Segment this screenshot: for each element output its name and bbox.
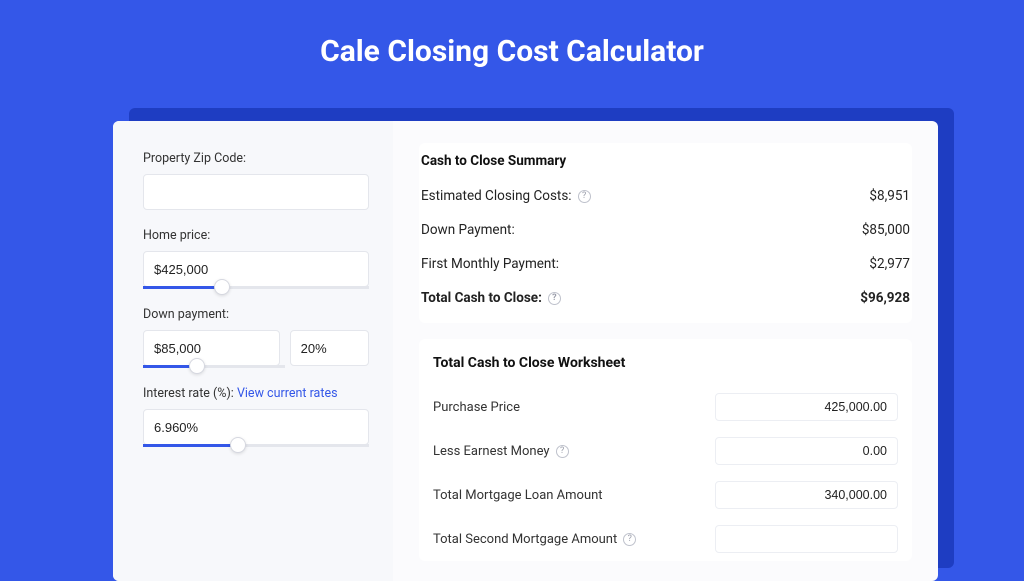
home-price-label: Home price:: [143, 228, 369, 243]
down-payment-pct-input[interactable]: [290, 330, 369, 366]
slider-fill: [143, 444, 238, 447]
zip-label: Property Zip Code:: [143, 151, 369, 166]
interest-label-text: Interest rate (%):: [143, 386, 237, 401]
calculator-card: Property Zip Code: Home price: Down paym…: [113, 121, 938, 581]
inputs-sidebar: Property Zip Code: Home price: Down paym…: [113, 121, 393, 581]
worksheet-row-input[interactable]: [715, 481, 898, 509]
field-zip: Property Zip Code:: [143, 151, 369, 210]
worksheet-row-input[interactable]: [715, 393, 898, 421]
results-panel: Cash to Close Summary Estimated Closing …: [393, 121, 938, 581]
summary-row-value: $85,000: [862, 222, 910, 238]
summary-row-total: Total Cash to Close: ? $96,928: [419, 281, 912, 315]
view-rates-link[interactable]: View current rates: [237, 386, 338, 401]
worksheet-row-label: Total Second Mortgage Amount: [433, 532, 617, 547]
summary-heading: Cash to Close Summary: [419, 147, 912, 179]
field-home-price: Home price:: [143, 228, 369, 289]
home-price-input[interactable]: [143, 251, 369, 287]
worksheet-row: Total Second Mortgage Amount ?: [433, 517, 898, 561]
help-icon[interactable]: ?: [578, 190, 591, 203]
summary-row: Estimated Closing Costs: ? $8,951: [419, 179, 912, 213]
summary-row-value: $2,977: [869, 256, 910, 272]
help-icon[interactable]: ?: [556, 445, 569, 458]
worksheet-row-label: Purchase Price: [433, 400, 520, 415]
worksheet-row-label: Total Mortgage Loan Amount: [433, 488, 603, 503]
field-interest-rate: Interest rate (%): View current rates: [143, 386, 369, 447]
interest-slider[interactable]: [143, 444, 369, 447]
summary-row-label: First Monthly Payment:: [421, 256, 559, 272]
worksheet-row: Less Earnest Money ?: [433, 429, 898, 473]
summary-row-value: $8,951: [869, 188, 910, 204]
slider-thumb[interactable]: [214, 279, 230, 295]
zip-input[interactable]: [143, 174, 369, 210]
summary-row-label: Total Cash to Close:: [421, 290, 542, 306]
down-payment-input[interactable]: [143, 330, 280, 366]
worksheet-row-label: Less Earnest Money: [433, 444, 550, 459]
help-icon[interactable]: ?: [548, 292, 561, 305]
summary-row: Down Payment: $85,000: [419, 213, 912, 247]
down-payment-label: Down payment:: [143, 307, 369, 322]
worksheet-row: Purchase Price: [433, 385, 898, 429]
summary-row-label: Estimated Closing Costs:: [421, 188, 572, 204]
summary-section: Cash to Close Summary Estimated Closing …: [419, 143, 912, 323]
slider-thumb[interactable]: [230, 437, 246, 453]
help-icon[interactable]: ?: [623, 533, 636, 546]
summary-row-label: Down Payment:: [421, 222, 515, 238]
slider-fill: [143, 286, 222, 289]
worksheet-row-input[interactable]: [715, 437, 898, 465]
home-price-slider[interactable]: [143, 286, 369, 289]
slider-thumb[interactable]: [189, 358, 205, 374]
worksheet-section: Total Cash to Close Worksheet Purchase P…: [419, 339, 912, 561]
field-down-payment: Down payment:: [143, 307, 369, 368]
summary-row: First Monthly Payment: $2,977: [419, 247, 912, 281]
interest-label: Interest rate (%): View current rates: [143, 386, 369, 401]
summary-row-value: $96,928: [860, 290, 910, 306]
worksheet-row: Total Mortgage Loan Amount: [433, 473, 898, 517]
worksheet-heading: Total Cash to Close Worksheet: [433, 355, 898, 371]
interest-rate-input[interactable]: [143, 409, 369, 445]
worksheet-row-input[interactable]: [715, 525, 898, 553]
down-payment-slider[interactable]: [143, 365, 285, 368]
page-title: Cale Closing Cost Calculator: [0, 0, 1024, 95]
